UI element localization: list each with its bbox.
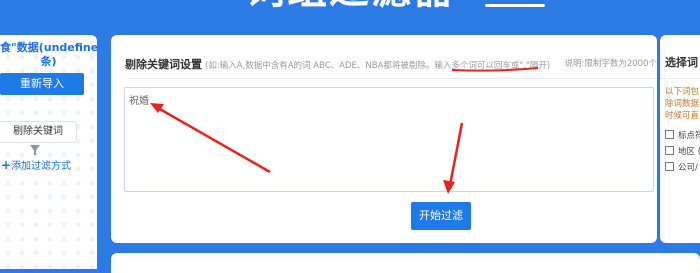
funnel-icon-stem — [34, 151, 36, 155]
select-words-title: 选择词 — [665, 56, 698, 69]
bottom-panel — [111, 253, 700, 273]
keyword-settings-panel: 剔除关键词设置 (如:输入A,数据中含有A的词 ABC、ADE、NBA都将被剔除。… — [111, 35, 657, 243]
select-words-desc: 以下词包 — [665, 87, 700, 97]
limit-note: 说明:限制字数为2000个 — [564, 59, 658, 69]
divider — [125, 78, 657, 79]
checkbox-icon — [665, 162, 674, 171]
section-title: 剔除关键词设置 — [125, 58, 202, 71]
option-checkbox[interactable]: 地区 ( — [665, 146, 700, 158]
section-header: 剔除关键词设置 (如:输入A,数据中含有A的词 ABC、ADE、NBA都将被剔除。… — [125, 56, 550, 73]
filter-step-remove-keywords[interactable]: 剔除关键词 — [0, 121, 77, 143]
add-filter-label: 添加过滤方式 — [11, 161, 72, 172]
plus-icon: + — [1, 158, 12, 172]
option-label: 公司/ — [678, 163, 698, 173]
data-title: 食"数据(undefined — [0, 41, 97, 54]
reimport-button[interactable]: 重新导入 — [0, 73, 84, 95]
select-words-desc: 除词数据 — [665, 99, 700, 109]
select-words-panel: 选择词 以下词包 除词数据 时候可直 标点符 地区 ( 公司/ — [660, 35, 700, 243]
checkbox-icon — [665, 146, 674, 155]
divider — [660, 78, 700, 79]
option-label: 标点符 — [678, 131, 700, 141]
banner-title: 词组过滤器 — [0, 0, 700, 12]
start-filter-button[interactable]: 开始过滤 — [411, 202, 471, 230]
keywords-textarea[interactable] — [124, 87, 654, 192]
add-filter-link[interactable]: +添加过滤方式 — [1, 158, 71, 174]
option-checkbox[interactable]: 公司/ — [665, 162, 698, 174]
option-checkbox[interactable]: 标点符 — [665, 130, 700, 142]
option-label: 地区 ( — [678, 147, 700, 157]
select-words-desc: 时候可直 — [665, 111, 700, 121]
data-sidebar: 食"数据(undefined 条) 重新导入 剔除关键词 +添加过滤方式 — [0, 35, 97, 269]
banner-underline — [485, 4, 545, 7]
checkbox-icon — [665, 130, 674, 139]
section-hint: (如:输入A,数据中含有A的词 ABC、ADE、NBA都将被剔除。输入多个词可以… — [205, 61, 551, 71]
data-count: 条) — [40, 55, 57, 68]
